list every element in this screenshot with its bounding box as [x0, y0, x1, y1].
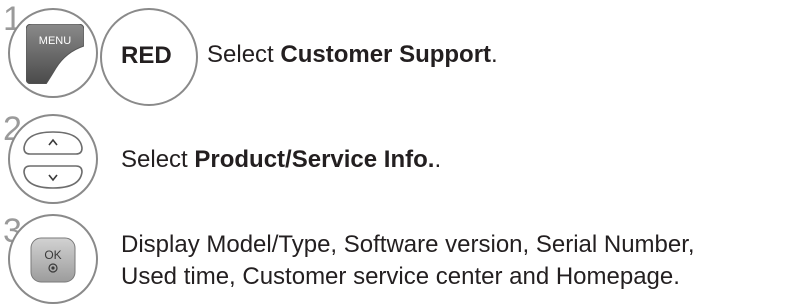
instruction-prefix: Select [121, 146, 195, 173]
navigation-buttons [23, 131, 83, 189]
up-arrow-button[interactable] [23, 131, 83, 155]
down-arrow-button[interactable] [23, 165, 83, 189]
step-1-instruction: Select Customer Support. [207, 40, 498, 70]
red-button-label: RED [121, 42, 172, 69]
step-3-line-1: Display Model/Type, Software version, Se… [121, 231, 695, 258]
instruction-bold: Product/Service Info. [194, 146, 435, 173]
instruction-suffix: . [491, 41, 498, 68]
step-2-instruction: Select Product/Service Info.. [121, 145, 441, 175]
menu-button[interactable]: MENU [26, 24, 84, 84]
menu-button-label: MENU [39, 35, 71, 47]
ok-button[interactable]: OK [30, 237, 76, 283]
instruction-suffix: . [434, 146, 442, 173]
instruction-bold: Customer Support [280, 41, 492, 68]
instruction-prefix: Select [207, 41, 281, 68]
ok-button-label: OK [44, 248, 61, 262]
step-3-line-2: Used time, Customer service center and H… [121, 263, 680, 290]
